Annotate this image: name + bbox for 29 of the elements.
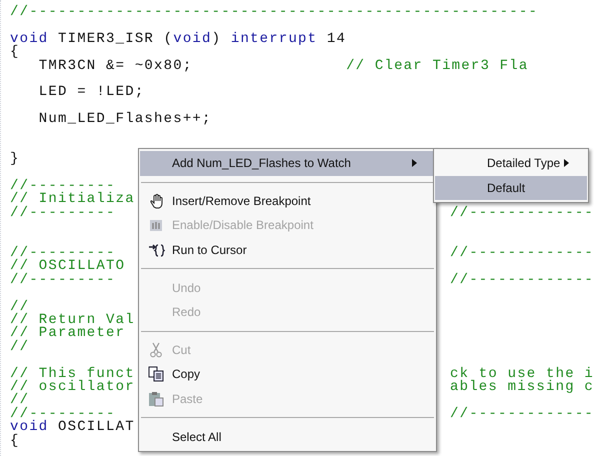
menu-item[interactable]: Default — [435, 176, 587, 200]
code-line: { — [10, 44, 20, 60]
menu-item[interactable]: Select All — [140, 424, 435, 449]
code-line: Num_LED_Flashes++; — [38, 111, 212, 128]
menu-item[interactable]: Run to Cursor — [140, 238, 435, 262]
run-to-cursor-icon — [148, 242, 164, 258]
code-line: TMR3CN &= ~0x80; // Clear Timer3 Fla — [38, 58, 528, 74]
code-line: ck to use the i — [450, 368, 594, 381]
code-line: // — [10, 338, 30, 355]
code-line: //--------- — [10, 272, 116, 288]
clipboard-icon — [148, 391, 164, 408]
code-line: } — [10, 151, 20, 168]
code-line: //------------- — [450, 408, 594, 422]
breakpoint-icon — [148, 217, 164, 234]
code-line: LED = !LED; — [38, 84, 144, 100]
code-line: //------------- — [450, 206, 594, 220]
menu-item[interactable]: Insert/Remove Breakpoint — [140, 188, 435, 214]
code-line: { — [10, 432, 20, 448]
hand-icon — [148, 192, 164, 209]
menu-item[interactable]: Add Num_LED_Flashes to Watch — [140, 151, 435, 176]
code-line: //----------------------------------------------------- — [10, 4, 538, 20]
code-line: //------------- — [450, 247, 594, 260]
scissors-icon — [148, 342, 164, 358]
copy-icon — [148, 366, 164, 382]
code-line: //------------- — [450, 274, 594, 288]
menu-item[interactable]: Copy — [140, 362, 435, 387]
code-line: //--------- — [10, 204, 116, 221]
code-line: ables missing c — [450, 380, 594, 394]
menu-item[interactable]: Detailed Type — [435, 151, 587, 176]
